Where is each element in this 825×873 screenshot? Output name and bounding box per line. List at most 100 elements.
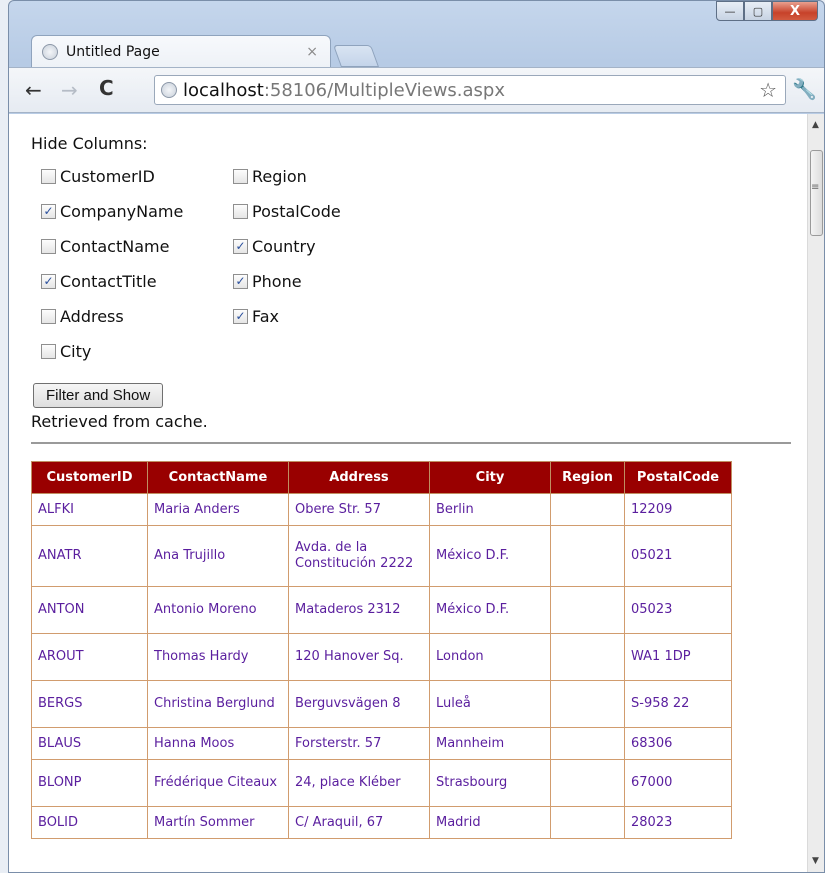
checkbox-country[interactable]: ✓ Country — [233, 229, 341, 264]
site-info-globe-icon[interactable] — [161, 82, 177, 98]
table-cell — [550, 680, 625, 728]
table-cell — [550, 525, 625, 587]
checkbox-contactname[interactable]: ContactName — [41, 229, 233, 264]
checkbox-region[interactable]: Region — [233, 159, 341, 194]
table-cell: 05023 — [624, 586, 732, 634]
table-cell: Maria Anders — [147, 493, 289, 526]
table-cell: 120 Hanover Sq. — [288, 633, 430, 681]
table-cell — [550, 806, 625, 839]
table-cell: 24, place Kléber — [288, 759, 430, 807]
column-header-postalcode: PostalCode — [624, 461, 732, 494]
new-tab-button[interactable] — [332, 45, 380, 67]
maximize-button[interactable]: ▢ — [744, 1, 772, 21]
minimize-button[interactable]: — — [716, 1, 744, 21]
tab-title: Untitled Page — [66, 43, 160, 60]
table-cell: AROUT — [31, 633, 148, 681]
address-bar[interactable]: localhost :58106/MultipleViews.aspx ☆ — [154, 75, 786, 105]
url-path: :58106/MultipleViews.aspx — [263, 79, 506, 101]
table-row: AROUT Thomas Hardy 120 Hanover Sq. London WA… — [31, 633, 732, 681]
column-header-address: Address — [288, 461, 430, 494]
table-cell — [550, 493, 625, 526]
vertical-scrollbar[interactable]: ▲ ≡ ▼ — [807, 114, 824, 872]
table-cell: México D.F. — [429, 586, 551, 634]
table-cell — [550, 633, 625, 681]
column-header-customerid: CustomerID — [31, 461, 148, 494]
reload-icon[interactable]: C — [99, 76, 114, 100]
table-row: ANATR Ana Trujillo Avda. de la Constitució… — [31, 525, 732, 587]
checkbox-label: City — [60, 342, 92, 361]
checkbox-label: Phone — [252, 272, 302, 291]
wrench-menu-icon[interactable]: 🔧 — [792, 77, 817, 101]
table-cell: Mannheim — [429, 727, 551, 760]
page-viewport: Hide Columns: CustomerID ✓ CompanyName Cont… — [9, 114, 824, 872]
checkbox-label: Country — [252, 237, 316, 256]
column-header-region: Region — [550, 461, 625, 494]
table-cell: Obere Str. 57 — [288, 493, 430, 526]
table-row: ANTON Antonio Moreno Mataderos 2312 México … — [31, 586, 732, 634]
column-header-contactname: ContactName — [147, 461, 289, 494]
checkbox-phone[interactable]: ✓ Phone — [233, 264, 341, 299]
checkbox-companyname[interactable]: ✓ CompanyName — [41, 194, 233, 229]
page-content: Hide Columns: CustomerID ✓ CompanyName Cont… — [31, 134, 791, 839]
table-cell: S-958 22 — [624, 680, 732, 728]
table-cell: WA1 1DP — [624, 633, 732, 681]
checkbox-city[interactable]: City — [41, 334, 233, 369]
table-cell: Forsterstr. 57 — [288, 727, 430, 760]
checkbox-box[interactable] — [41, 309, 56, 324]
table-cell: 68306 — [624, 727, 732, 760]
table-row: BOLID Martín Sommer C/ Araquil, 67 Madrid 28… — [31, 806, 732, 839]
checkbox-label: Address — [60, 307, 124, 326]
checkbox-box[interactable] — [41, 239, 56, 254]
scrollbar-thumb[interactable] — [810, 150, 823, 236]
column-header-city: City — [429, 461, 551, 494]
table-cell: Strasbourg — [429, 759, 551, 807]
table-cell: Martín Sommer — [147, 806, 289, 839]
checkbox-label: Fax — [252, 307, 280, 326]
status-text: Retrieved from cache. — [31, 412, 208, 431]
checkbox-box[interactable] — [41, 344, 56, 359]
column-checkbox-grid: CustomerID ✓ CompanyName ContactName ✓ Contac… — [31, 159, 791, 369]
checkbox-box[interactable]: ✓ — [41, 274, 56, 289]
checkbox-address[interactable]: Address — [41, 299, 233, 334]
checkbox-box[interactable]: ✓ — [41, 204, 56, 219]
checkbox-box[interactable]: ✓ — [233, 274, 248, 289]
checkbox-box[interactable] — [41, 169, 56, 184]
table-cell: Frédérique Citeaux — [147, 759, 289, 807]
url-host: localhost — [183, 79, 264, 101]
tab-close-icon[interactable]: × — [306, 44, 318, 60]
window-controls: — ▢ X — [716, 1, 818, 23]
table-cell: Ana Trujillo — [147, 525, 289, 587]
scrollbar-grip-icon: ≡ — [811, 182, 820, 193]
table-cell: BERGS — [31, 680, 148, 728]
scroll-up-arrow-icon[interactable]: ▲ — [812, 120, 819, 130]
table-cell: Hanna Moos — [147, 727, 289, 760]
browser-window: — ▢ X Untitled Page × ← → C localhost :5… — [8, 0, 825, 873]
checkbox-customerid[interactable]: CustomerID — [41, 159, 233, 194]
scroll-down-arrow-icon[interactable]: ▼ — [812, 856, 819, 866]
filter-and-show-button[interactable]: Filter and Show — [33, 383, 164, 408]
forward-arrow-icon[interactable]: → — [61, 78, 78, 102]
checkbox-postalcode[interactable]: PostalCode — [233, 194, 341, 229]
divider — [31, 442, 791, 444]
table-cell: 05021 — [624, 525, 732, 587]
table-cell: 67000 — [624, 759, 732, 807]
checkbox-contacttitle[interactable]: ✓ ContactTitle — [41, 264, 233, 299]
bookmark-star-icon[interactable]: ☆ — [759, 78, 777, 102]
tab-active[interactable]: Untitled Page × — [31, 35, 331, 67]
checkbox-fax[interactable]: ✓ Fax — [233, 299, 341, 334]
checkbox-box[interactable] — [233, 204, 248, 219]
checkbox-label: Region — [252, 167, 307, 186]
back-arrow-icon[interactable]: ← — [25, 78, 42, 102]
checkbox-box[interactable]: ✓ — [233, 309, 248, 324]
customers-table: CustomerID ContactName Address City Region Po… — [31, 461, 732, 839]
checkbox-box[interactable]: ✓ — [233, 239, 248, 254]
table-cell: Mataderos 2312 — [288, 586, 430, 634]
checkbox-label: PostalCode — [252, 202, 341, 221]
close-window-button[interactable]: X — [772, 1, 818, 21]
table-cell: Thomas Hardy — [147, 633, 289, 681]
checkbox-column-1: CustomerID ✓ CompanyName ContactName ✓ Contac… — [41, 159, 233, 369]
hide-columns-label: Hide Columns: — [31, 134, 148, 153]
table-cell: BLAUS — [31, 727, 148, 760]
checkbox-box[interactable] — [233, 169, 248, 184]
table-cell: BOLID — [31, 806, 148, 839]
